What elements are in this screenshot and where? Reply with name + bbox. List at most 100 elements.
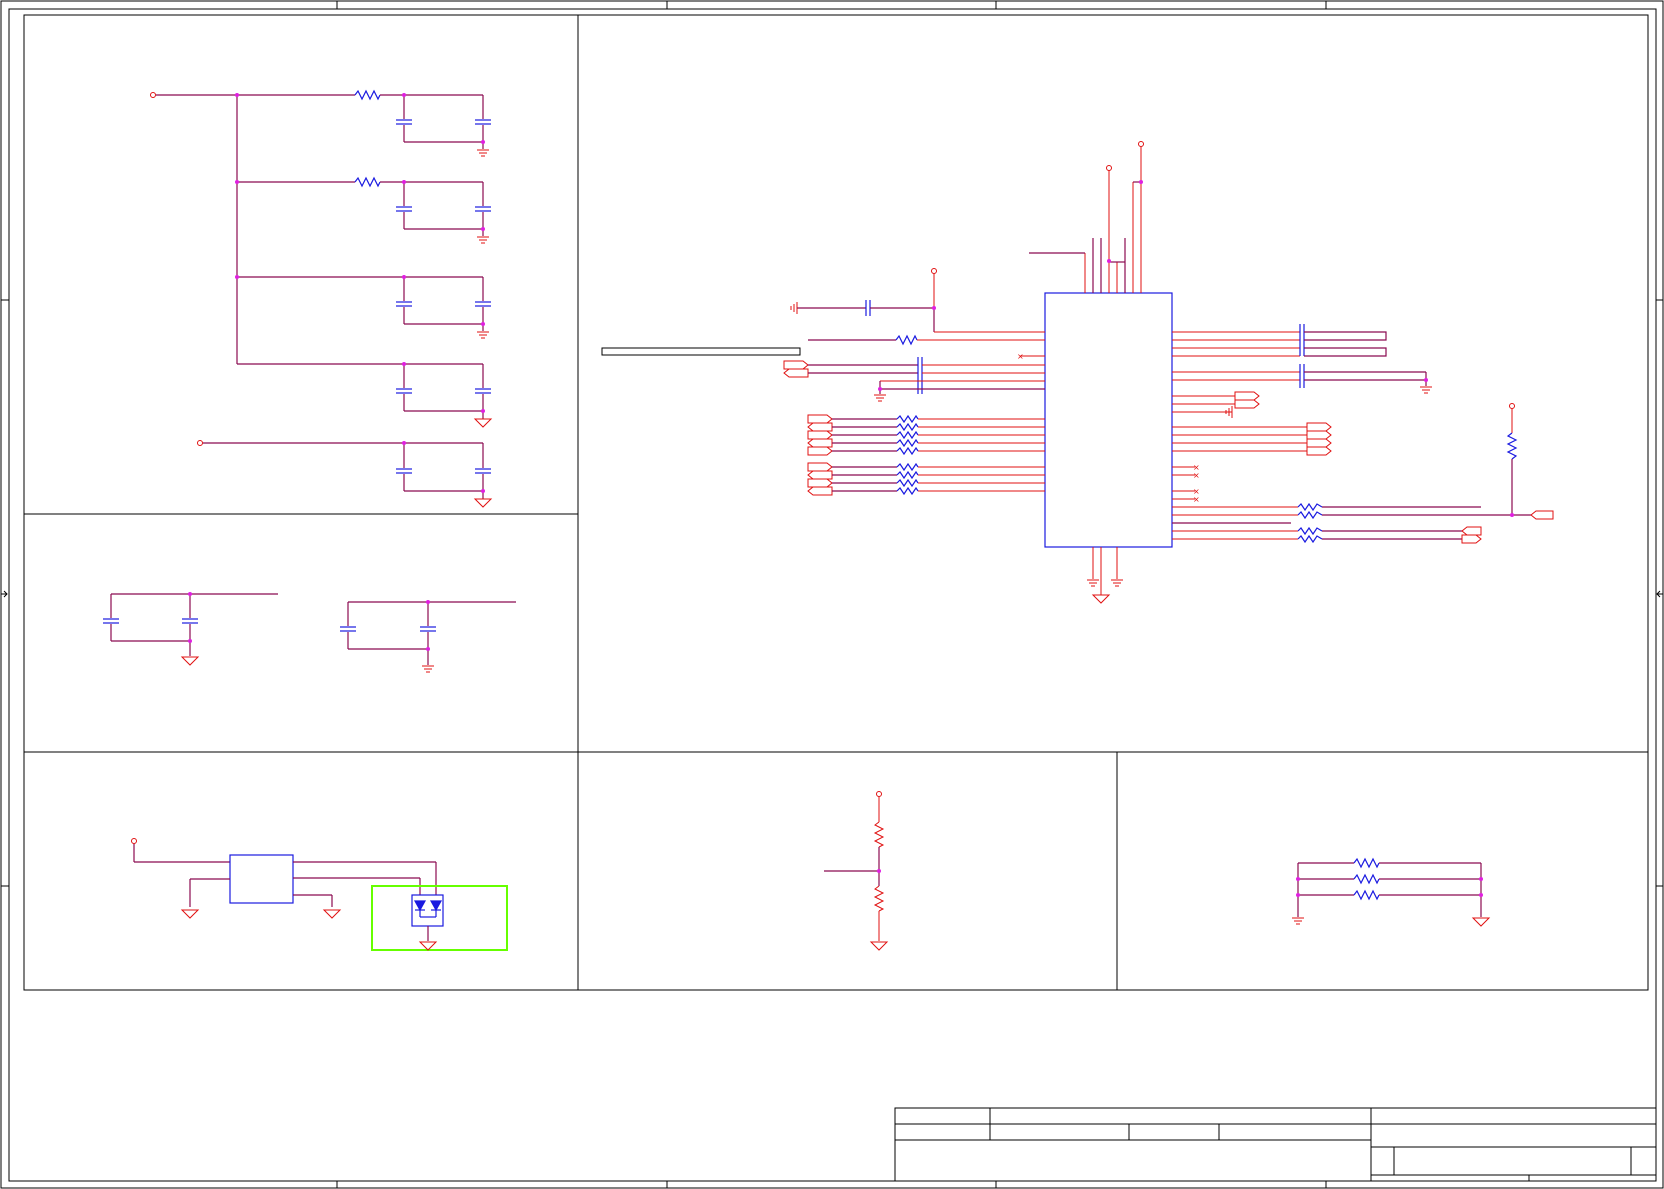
resistor-icon <box>896 422 919 432</box>
ground-icon <box>790 302 798 314</box>
off-page-connector-icon <box>1530 510 1554 520</box>
capacitor-icon <box>917 357 923 373</box>
off-page-connector-icon <box>1461 534 1482 544</box>
schematic-sheet: × × × × × <box>0 0 1664 1189</box>
off-page-connector-icon <box>1306 430 1332 440</box>
resistor-icon <box>1353 889 1380 901</box>
capacitor-icon <box>103 618 119 624</box>
resistor-icon <box>896 414 919 424</box>
resistor-icon <box>896 446 919 456</box>
capacitor-icon <box>475 468 491 474</box>
resistor-icon <box>1297 510 1323 520</box>
panel-grid <box>23 14 1649 991</box>
power-port-icon <box>1138 141 1144 147</box>
resistor-icon <box>1297 526 1323 536</box>
ground-icon <box>1087 579 1099 587</box>
ground-icon <box>477 236 489 244</box>
resistor-icon <box>1506 432 1518 460</box>
regulator-ic <box>229 854 294 904</box>
panel-reset-divider <box>824 791 889 951</box>
ground-icon <box>180 909 200 919</box>
capacitor-icon <box>182 618 198 624</box>
capacitor-icon <box>475 119 491 125</box>
resistor-icon <box>873 885 885 912</box>
capacitor-icon <box>917 373 923 394</box>
resistor-icon <box>873 821 885 848</box>
capacitor-icon <box>396 119 412 125</box>
ground-icon <box>418 941 438 951</box>
net-label-bar <box>601 347 801 356</box>
ground-icon <box>1420 386 1432 394</box>
off-page-connector-icon <box>1461 526 1482 536</box>
off-page-connector-icon <box>783 368 809 378</box>
main-ic <box>1044 292 1173 548</box>
ground-icon <box>874 394 886 402</box>
ground-icon <box>1471 917 1491 927</box>
no-connect-icon: × <box>1193 471 1200 480</box>
ground-icon <box>473 418 493 428</box>
ground-icon <box>477 149 489 157</box>
capacitor-icon <box>475 206 491 212</box>
off-page-connector-icon <box>807 414 833 424</box>
power-port-icon <box>876 791 882 797</box>
off-page-connector-icon <box>1306 422 1332 432</box>
capacitor-icon <box>865 300 871 316</box>
power-port-icon <box>131 838 137 844</box>
capacitor-icon <box>475 301 491 307</box>
off-page-connector-icon <box>1306 446 1332 456</box>
ground-icon <box>422 665 434 673</box>
ground-icon <box>180 656 200 666</box>
panel-strap-resistors <box>1292 857 1491 927</box>
resistor-icon <box>895 334 918 346</box>
capacitor-icon <box>396 301 412 307</box>
resistor-icon <box>1297 502 1323 512</box>
power-port-icon <box>931 268 937 274</box>
no-connect-icon: × <box>1017 352 1024 361</box>
ground-icon <box>1091 594 1111 604</box>
ground-icon <box>1292 917 1304 925</box>
power-port-icon <box>197 440 203 446</box>
panel-main-ic: × × × × × <box>601 141 1554 604</box>
panel-clock-decoupling <box>103 592 516 673</box>
off-page-connector-icon <box>1234 399 1260 409</box>
resistor-icon <box>1353 873 1380 885</box>
panel-esd-protection <box>131 838 508 951</box>
resistor-icon <box>896 462 919 472</box>
left-bus-upper <box>807 414 1045 456</box>
capacitor-icon <box>1299 324 1305 356</box>
resistor-icon <box>896 470 919 480</box>
off-page-connector-icon <box>807 486 833 496</box>
off-page-connector-icon <box>807 478 833 488</box>
power-port-icon <box>150 92 156 98</box>
capacitor-icon <box>340 626 356 632</box>
off-page-connector-icon <box>807 438 833 448</box>
title-block <box>894 1107 1657 1182</box>
off-page-connector-icon <box>807 462 833 472</box>
ground-icon <box>322 909 342 919</box>
ground-icon <box>477 331 489 339</box>
ground-icon <box>869 941 889 951</box>
capacitor-icon <box>420 626 436 632</box>
ground-icon <box>473 498 493 508</box>
tvs-diode-icon <box>413 900 443 918</box>
off-page-connector-icon <box>807 422 833 432</box>
off-page-connector-icon <box>1306 438 1332 448</box>
resistor-icon <box>354 89 381 101</box>
ground-icon <box>1111 579 1123 587</box>
capacitor-icon <box>1299 364 1305 388</box>
capacitor-icon <box>396 468 412 474</box>
off-page-connector-icon <box>783 360 809 370</box>
off-page-connector-icon <box>1234 391 1260 401</box>
panel-power-decoupling <box>150 89 493 508</box>
left-bus-lower <box>807 462 1045 496</box>
capacitor-icon <box>475 388 491 394</box>
no-connect-icon: × <box>1193 495 1200 504</box>
resistor-icon <box>896 438 919 448</box>
resistor-icon <box>1353 857 1380 869</box>
off-page-connector-icon <box>807 430 833 440</box>
resistor-icon <box>896 486 919 496</box>
off-page-connector-icon <box>807 446 833 456</box>
off-page-connector-icon <box>807 470 833 480</box>
capacitor-icon <box>396 206 412 212</box>
power-port-icon <box>1106 165 1112 171</box>
